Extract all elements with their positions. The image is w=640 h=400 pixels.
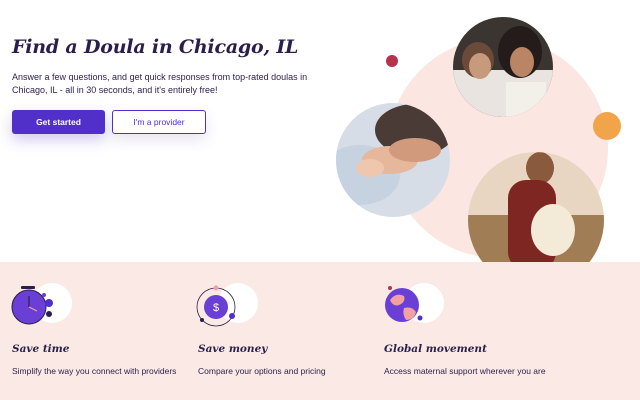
red-dot [386, 55, 398, 67]
hero-illustration [336, 17, 621, 262]
svg-text:$: $ [213, 302, 219, 314]
orange-dot [593, 112, 621, 140]
globe-icon [385, 283, 444, 323]
feature-title: Save money [198, 343, 268, 355]
feature-save-time: Save time Simplify the way you connect w… [0, 262, 190, 400]
feature-description: Compare your options and pricing [198, 366, 326, 376]
hero-subtitle: Answer a few questions, and get quick re… [12, 72, 308, 95]
feature-description: Access maternal support wherever you are [384, 366, 546, 376]
features-section: Save time Simplify the way you connect w… [0, 262, 640, 400]
page-title: Find a Doula in Chicago, IL [12, 36, 299, 58]
feature-global-movement: Global movement Access maternal support … [372, 262, 562, 400]
provider-button[interactable]: I'm a provider [112, 110, 206, 134]
feature-title: Global movement [384, 343, 487, 355]
feature-description: Simplify the way you connect with provid… [12, 366, 177, 376]
feature-save-money: $ Save money Compare your options and pr… [186, 262, 376, 400]
hero-section: Find a Doula in Chicago, IL Answer a few… [0, 0, 640, 262]
dollar-coin-icon: $ [196, 283, 258, 327]
stopwatch-icon [11, 283, 72, 325]
get-started-button[interactable]: Get started [12, 110, 105, 134]
feature-title: Save time [12, 343, 70, 355]
